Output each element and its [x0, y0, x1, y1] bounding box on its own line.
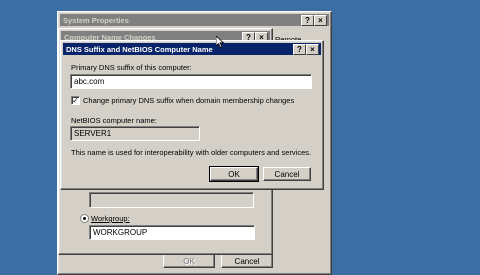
system-properties-titlebar: System Properties ? ×: [60, 14, 329, 26]
change-dns-checkbox-label[interactable]: Change primary DNS suffix when domain me…: [83, 96, 294, 105]
change-dns-checkbox[interactable]: ✓: [71, 96, 80, 105]
help-icon[interactable]: ?: [301, 15, 314, 26]
workgroup-input[interactable]: WORKGROUP: [89, 225, 255, 240]
dns-suffix-dialog: DNS Suffix and NetBIOS Computer Name ? ×…: [60, 40, 324, 190]
domain-field[interactable]: [89, 192, 254, 208]
help-icon[interactable]: ?: [293, 44, 306, 55]
close-icon[interactable]: ×: [306, 44, 319, 55]
primary-dns-input[interactable]: abc.com: [70, 74, 312, 89]
mouse-cursor-icon: [216, 36, 224, 48]
netbios-label: NetBIOS computer name:: [71, 116, 157, 125]
close-icon[interactable]: ×: [314, 15, 327, 26]
workgroup-radio[interactable]: [80, 214, 89, 223]
dns-ok-button[interactable]: OK: [209, 166, 259, 182]
system-properties-cancel-button[interactable]: Cancel: [221, 254, 273, 268]
dns-dialog-titlebar: DNS Suffix and NetBIOS Computer Name ? ×: [63, 43, 321, 55]
dns-dialog-title: DNS Suffix and NetBIOS Computer Name: [66, 44, 213, 54]
dns-cancel-button[interactable]: Cancel: [263, 167, 311, 181]
netbios-name-field: SERVER1: [70, 126, 200, 141]
system-properties-ok-button[interactable]: OK: [163, 254, 215, 268]
system-properties-title: System Properties: [63, 15, 129, 25]
radio-selected-dot: [83, 217, 86, 220]
workgroup-label: Workgroup:: [91, 214, 130, 223]
primary-dns-label: Primary DNS suffix of this computer:: [71, 63, 192, 72]
info-text: This name is used for interoperability w…: [71, 148, 312, 157]
